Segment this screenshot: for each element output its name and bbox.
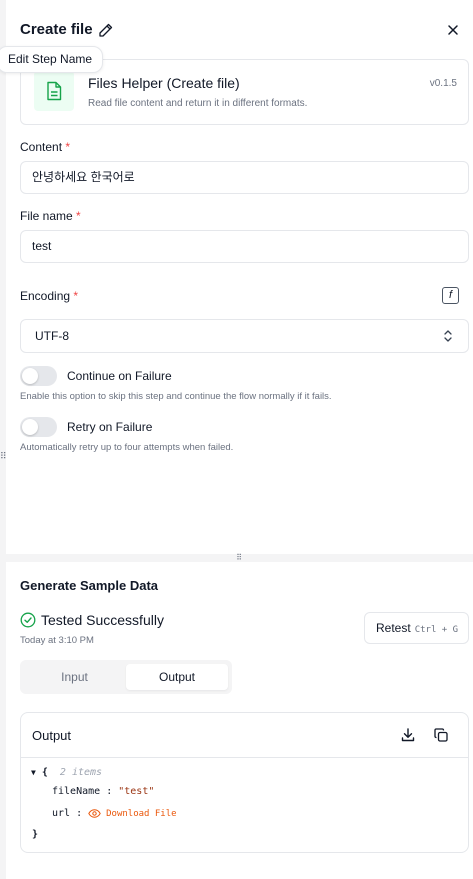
piece-logo [34,71,74,111]
output-viewer: Output ▼ { 2 items fileName : "test" url… [20,712,469,853]
encoding-selected-value: UTF-8 [35,329,69,343]
json-separator: : [70,808,89,819]
retry-on-failure-help: Automatically retry up to four attempts … [20,442,234,453]
tab-output[interactable]: Output [126,664,228,690]
continue-on-failure-toggle[interactable] [20,366,57,386]
encoding-select[interactable]: UTF-8 [20,319,469,353]
download-file-link[interactable]: Download File [88,809,177,819]
json-item-count: 2 items [59,767,103,778]
collapse-caret-icon[interactable]: ▼ [31,768,36,777]
retest-label: Retest [376,621,411,635]
piece-name: Files Helper (Create file) [88,75,240,91]
piece-description: Read file content and return it in diffe… [88,98,308,109]
json-row: url : Download File [52,808,177,819]
file-name-label: File name * [20,209,81,223]
file-name-input[interactable]: test [20,230,469,263]
download-file-label: Download File [106,809,177,819]
retest-shortcut: Ctrl + G [414,625,459,635]
file-name-label-text: File name [20,209,73,223]
toggle-knob [22,368,38,384]
check-circle-icon [20,612,36,628]
pencil-icon[interactable] [98,22,114,38]
required-mark: * [76,209,81,223]
json-value: "test" [118,786,155,797]
retry-on-failure-label: Retry on Failure [67,420,153,434]
encoding-label: Encoding * [20,289,78,303]
toggle-knob [22,419,38,435]
dynamic-value-toggle-icon[interactable]: f [442,287,459,304]
step-title: Create file [20,21,93,38]
eye-icon [88,809,101,818]
retest-button[interactable]: Retest Ctrl + G [364,612,469,644]
sample-data-title: Generate Sample Data [20,578,159,593]
continue-on-failure-label: Continue on Failure [67,369,172,383]
file-icon [47,81,62,101]
sample-data-tabs: Input Output [20,660,232,694]
json-key: fileName [52,786,101,797]
edit-step-name-tooltip: Edit Step Name [0,46,104,73]
json-separator: : [100,786,119,797]
step-settings-panel: Create file Files Helper (Create file) R… [6,0,473,554]
json-open-brace: { [41,767,48,778]
json-close-brace: } [32,829,39,840]
retry-on-failure-toggle[interactable] [20,417,57,437]
tested-timestamp: Today at 3:10 PM [20,635,94,646]
required-mark: * [65,140,71,154]
test-status-text: Tested Successfully [41,612,164,628]
content-label: Content * [20,140,70,154]
encoding-label-text: Encoding [20,289,71,303]
piece-version: v0.1.5 [429,78,457,89]
continue-on-failure-help: Enable this option to skip this step and… [20,391,332,402]
json-key: url [52,808,71,819]
drag-handle-icon[interactable]: ⠿ [233,554,245,562]
json-row: fileName : "test" [52,786,154,797]
content-label-text: Content [20,140,63,154]
json-root-line: ▼ { 2 items [31,767,102,778]
output-title: Output [32,728,72,743]
output-header: Output [21,713,468,758]
content-input[interactable]: 안녕하세요 한국어로 [20,161,469,194]
required-mark: * [73,289,79,303]
tab-input[interactable]: Input [24,664,125,690]
close-icon[interactable] [444,21,462,39]
copy-icon[interactable] [433,727,449,743]
chevron-up-down-icon [444,330,452,342]
download-icon[interactable] [400,727,416,743]
